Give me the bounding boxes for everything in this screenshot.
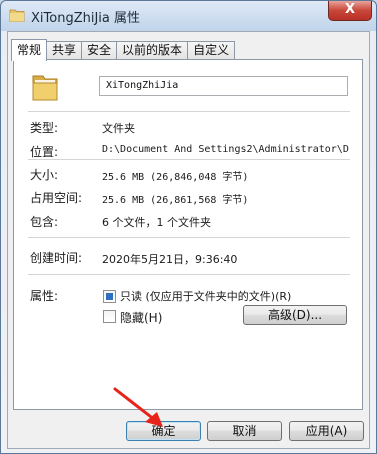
size-on-disk-label: 占用空间: [30, 191, 83, 205]
separator [28, 237, 350, 238]
hidden-label[interactable]: 隐藏(H) [120, 309, 162, 326]
red-arrow-annotation [113, 387, 163, 427]
location-value: D:\Document And Settings2\Administrator\… [102, 144, 349, 155]
type-label: 类型: [30, 121, 59, 135]
readonly-label[interactable]: 只读 (仅应用于文件夹中的文件)(R) [120, 288, 291, 304]
window-title: XiTongZhiJia 属性 [31, 11, 140, 26]
folder-icon [32, 75, 58, 101]
cancel-button[interactable]: 取消 [207, 421, 282, 441]
size-value: 25.6 MB (26,846,048 字节) [102, 172, 249, 183]
title-bar[interactable]: XiTongZhiJia 属性 X [1, 1, 376, 31]
attributes-label: 属性: [30, 289, 59, 303]
type-value: 文件夹 [102, 122, 135, 135]
separator [28, 159, 350, 160]
contains-value: 6 个文件，1 个文件夹 [102, 216, 211, 229]
size-on-disk-value: 25.6 MB (26,861,568 字节) [102, 195, 249, 206]
contains-label: 包含: [30, 215, 59, 229]
tab-sharing[interactable]: 共享 [46, 41, 83, 60]
advanced-button[interactable]: 高级(D)... [243, 305, 347, 325]
tab-previous-versions[interactable]: 以前的版本 [116, 41, 189, 60]
close-button[interactable]: X [328, 1, 372, 21]
tab-strip: 常规 共享 安全 以前的版本 自定义 [11, 39, 236, 61]
separator [28, 111, 350, 112]
tab-general[interactable]: 常规 [11, 39, 48, 61]
created-value: 2020年5月21日，9:36:40 [102, 253, 238, 266]
apply-button[interactable]: 应用(A) [289, 421, 364, 441]
title-folder-icon [9, 9, 25, 22]
created-label: 创建时间: [30, 251, 83, 265]
folder-name-input[interactable]: XiTongZhiJia [99, 76, 348, 96]
tab-security[interactable]: 安全 [81, 41, 118, 60]
separator [28, 274, 350, 275]
properties-dialog: XiTongZhiJia 属性 X 常规 共享 安全 以前的版本 自定义 XiT… [0, 0, 377, 454]
location-label: 位置: [30, 145, 59, 159]
readonly-checkbox[interactable] [103, 290, 116, 303]
hidden-checkbox[interactable] [103, 310, 116, 323]
size-label: 大小: [30, 168, 59, 182]
tab-customize[interactable]: 自定义 [187, 41, 236, 60]
close-icon: X [344, 2, 356, 17]
